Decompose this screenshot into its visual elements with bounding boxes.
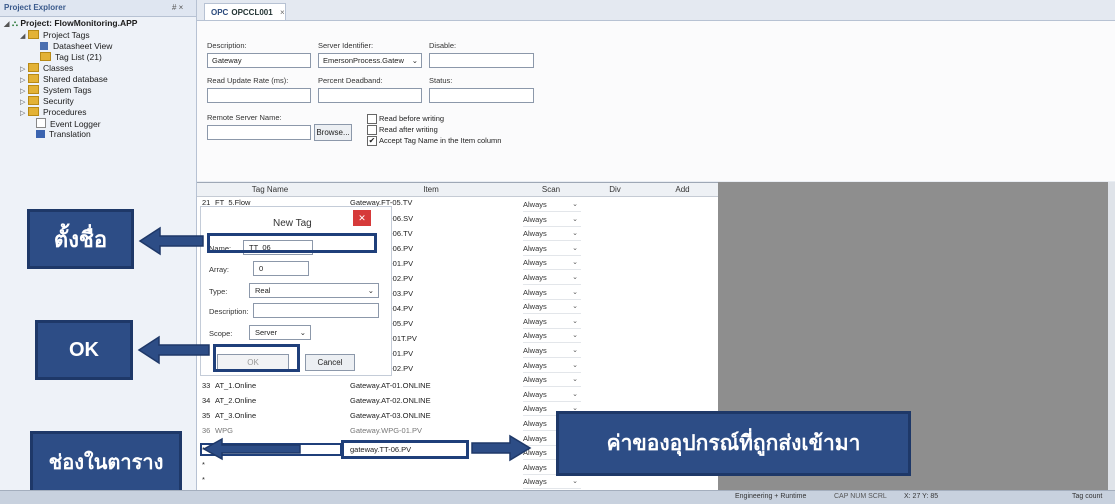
arrow-to-new-row (202, 437, 301, 461)
status-tag-count: Tag count (1072, 493, 1103, 500)
status-keys: CAP NUM SCRL (834, 493, 887, 500)
arrow-to-name-field (138, 226, 204, 256)
status-mode: Engineering + Runtime (735, 493, 807, 500)
arrow-to-ok-button (137, 335, 210, 365)
arrow-to-item-cell (471, 434, 532, 462)
annotation-arrows (137, 226, 532, 462)
status-coordinates: X: 27 Y: 85 (904, 493, 939, 500)
status-bar: Engineering + Runtime CAP NUM SCRL X: 27… (0, 490, 1115, 504)
